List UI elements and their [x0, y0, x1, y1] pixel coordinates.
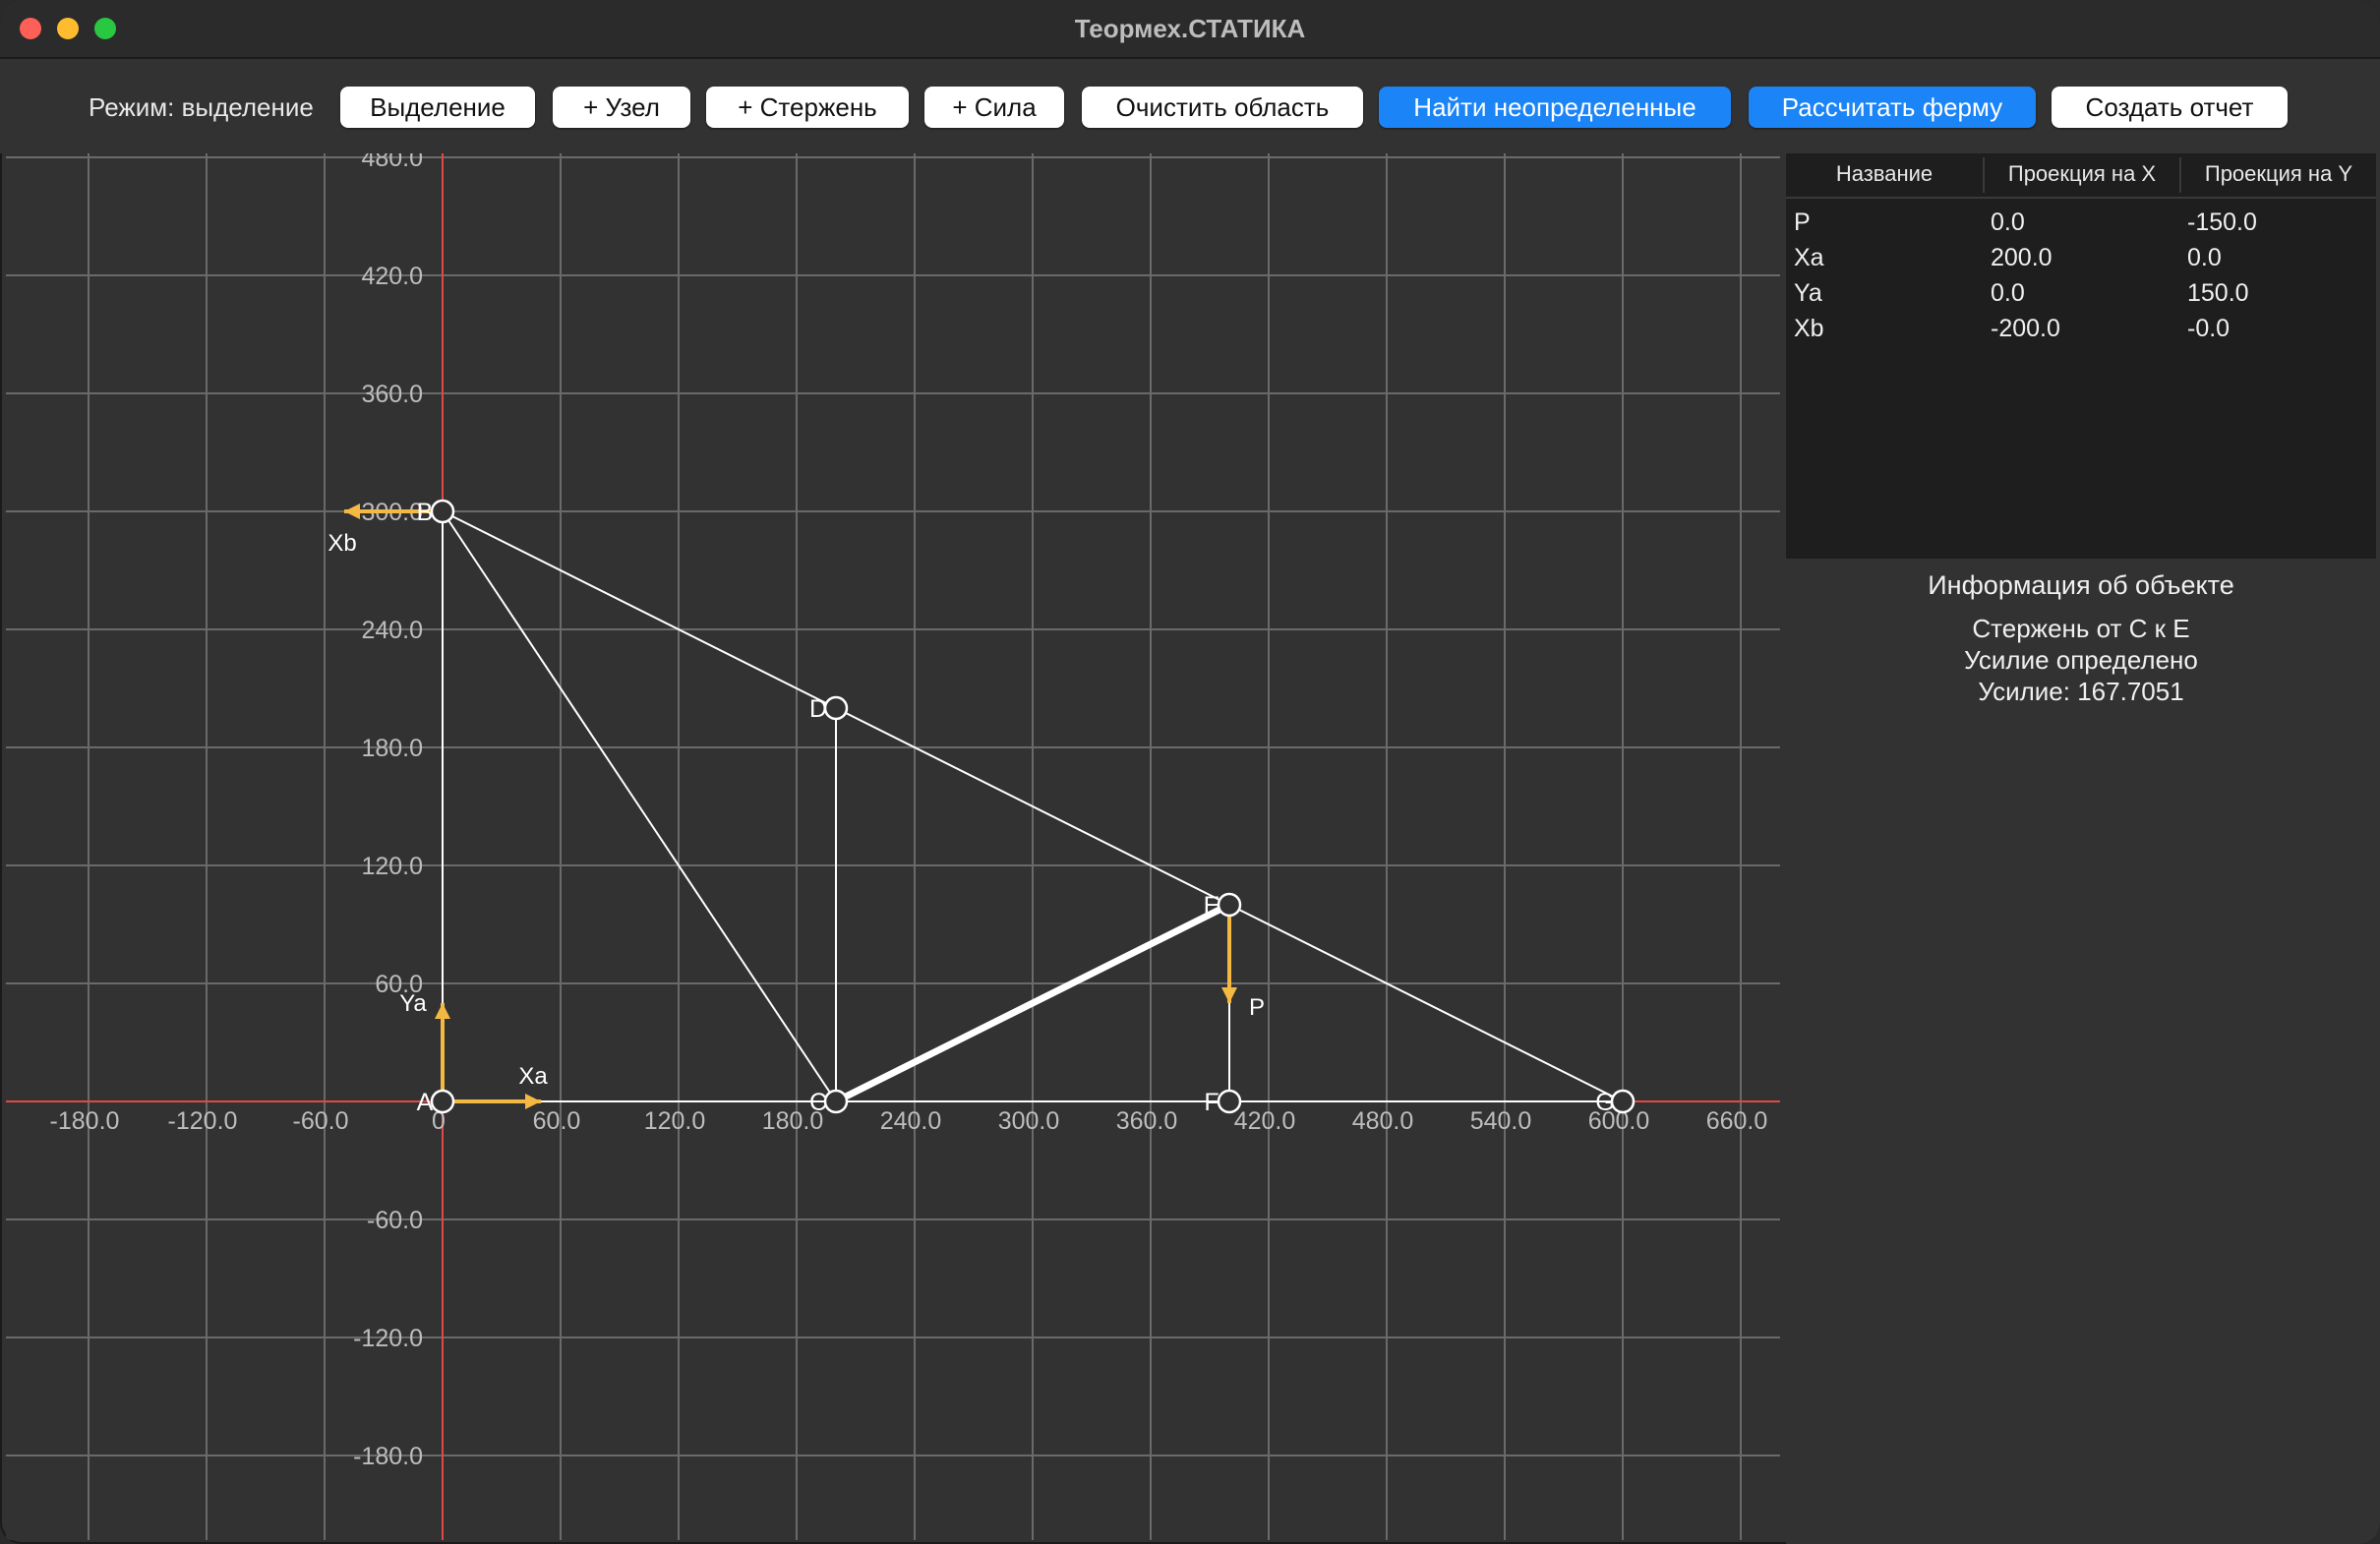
x-tick-label: 540.0	[1470, 1107, 1532, 1135]
cell-x: 0.0	[1991, 208, 2025, 236]
node-label: A	[417, 1089, 434, 1116]
cell-x: 200.0	[1991, 244, 2053, 271]
table-row[interactable]: Xa 200.0 0.0	[1786, 244, 2376, 279]
cell-x: -200.0	[1991, 315, 2060, 342]
add-force-button[interactable]: + Сила	[924, 87, 1064, 128]
table-row[interactable]: Xb -200.0 -0.0	[1786, 315, 2376, 350]
truss-canvas[interactable]: -180.0 -120.0 -60.0 0 60.0 120.0 180.0 240.0 300…	[6, 153, 1782, 1540]
object-info-title: Информация об объекте	[1928, 570, 2234, 600]
clear-area-button[interactable]: Очистить область	[1082, 87, 1363, 128]
cell-name: Xa	[1794, 244, 1824, 271]
arrowhead-icon	[344, 504, 360, 519]
mode-label: Режим: выделение	[89, 92, 314, 122]
x-tick-label: -180.0	[50, 1107, 120, 1135]
node-label: C	[809, 1089, 827, 1116]
find-undetermined-button[interactable]: Найти неопределенные	[1379, 87, 1731, 128]
y-tick-label: 120.0	[361, 853, 423, 880]
select-mode-button[interactable]: Выделение	[340, 87, 535, 128]
object-info-rod: Стержень от C к E	[1972, 614, 2190, 643]
x-tick-label: 660.0	[1706, 1107, 1768, 1135]
x-tick-label: 420.0	[1234, 1107, 1296, 1135]
cell-y: -0.0	[2187, 315, 2231, 342]
force-label: P	[1249, 994, 1265, 1021]
node-label: B	[417, 499, 434, 526]
toolbar: Режим: выделение Выделение + Узел + Стер…	[0, 59, 2380, 153]
column-header-name[interactable]: Название	[1786, 161, 1983, 187]
cell-y: 0.0	[2187, 244, 2222, 271]
x-tick-label: -120.0	[168, 1107, 238, 1135]
column-header-x[interactable]: Проекция на X	[1985, 161, 2179, 187]
node-label: G	[1595, 1089, 1614, 1116]
forces-table-header: Название Проекция на X Проекция на Y	[1786, 153, 2376, 199]
title-bar: Теормех.СТАТИКА	[0, 0, 2380, 59]
y-tick-label: 480.0	[361, 153, 423, 172]
object-info-force: Усилие: 167.7051	[1978, 677, 2184, 706]
add-rod-button[interactable]: + Стержень	[706, 87, 909, 128]
node-d[interactable]	[823, 695, 849, 721]
node-a[interactable]	[430, 1089, 455, 1114]
force-label: Ya	[399, 990, 427, 1017]
table-row[interactable]: P 0.0 -150.0	[1786, 208, 2376, 244]
force-label: Xb	[327, 530, 356, 557]
add-node-button[interactable]: + Узел	[553, 87, 690, 128]
truss-drawing[interactable]: -180.0 -120.0 -60.0 0 60.0 120.0 180.0 240.0 300…	[6, 153, 1782, 1540]
x-tick-label: 300.0	[998, 1107, 1060, 1135]
table-row[interactable]: Ya 0.0 150.0	[1786, 279, 2376, 315]
x-tick-label: 60.0	[533, 1107, 581, 1135]
node-e[interactable]	[1217, 892, 1242, 918]
cell-name: Xb	[1794, 315, 1824, 342]
rod[interactable]	[442, 510, 837, 709]
cell-name: Ya	[1794, 279, 1822, 307]
arrowhead-icon	[1221, 987, 1237, 1003]
y-tick-label: 360.0	[361, 381, 423, 408]
node-label: F	[1204, 1089, 1219, 1116]
x-tick-label: 240.0	[880, 1107, 942, 1135]
cell-y: -150.0	[2187, 208, 2257, 236]
rod[interactable]	[1228, 904, 1624, 1102]
arrowhead-icon	[435, 1003, 450, 1019]
right-panel: Название Проекция на X Проекция на Y P 0…	[1786, 153, 2380, 1544]
node-g[interactable]	[1610, 1089, 1636, 1114]
app-window: Теормех.СТАТИКА Режим: выделение Выделен…	[0, 0, 2380, 1544]
rod[interactable]	[442, 510, 837, 1102]
y-tick-label: 240.0	[361, 617, 423, 644]
node-label: E	[1204, 892, 1220, 920]
node-f[interactable]	[1217, 1089, 1242, 1114]
object-info-status: Усилие определено	[1964, 645, 2198, 675]
column-header-y[interactable]: Проекция на Y	[2181, 161, 2376, 187]
x-tick-label: 120.0	[644, 1107, 706, 1135]
y-tick-label: -180.0	[353, 1443, 423, 1470]
y-tick-label: -60.0	[367, 1207, 423, 1234]
cell-name: P	[1794, 208, 1811, 236]
cell-x: 0.0	[1991, 279, 2025, 307]
x-tick-label: 480.0	[1352, 1107, 1414, 1135]
x-tick-label: 360.0	[1116, 1107, 1178, 1135]
node-c[interactable]	[823, 1089, 849, 1114]
force-label: Xa	[518, 1063, 548, 1090]
calculate-truss-button[interactable]: Рассчитать ферму	[1749, 87, 2036, 128]
window-title: Теормех.СТАТИКА	[1074, 14, 1306, 43]
x-tick-label: -60.0	[293, 1107, 349, 1135]
node-b[interactable]	[430, 499, 455, 524]
node-label: D	[809, 695, 827, 723]
create-report-button[interactable]: Создать отчет	[2052, 87, 2288, 128]
y-tick-label: 420.0	[361, 263, 423, 290]
forces-table: Название Проекция на X Проекция на Y P 0…	[1786, 153, 2376, 559]
y-tick-label: -120.0	[353, 1325, 423, 1352]
cell-y: 150.0	[2187, 279, 2249, 307]
y-tick-label: 180.0	[361, 735, 423, 762]
